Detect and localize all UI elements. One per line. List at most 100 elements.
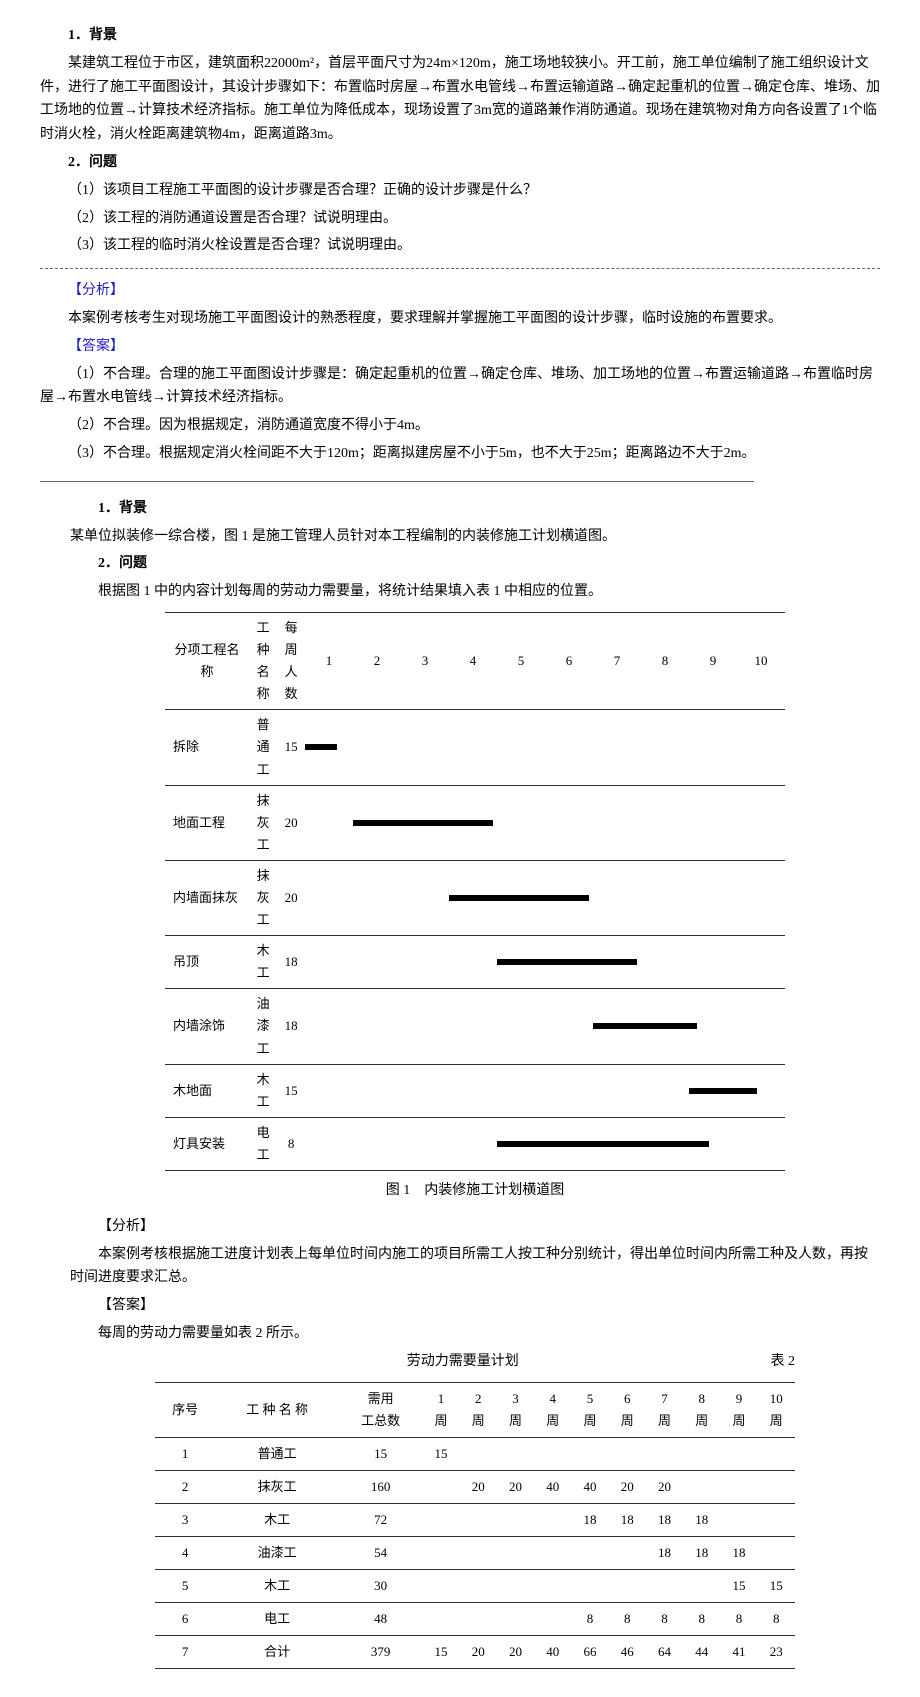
- demand-cell: 8: [758, 1603, 795, 1636]
- demand-header-cell: 工 种 名 称: [215, 1382, 339, 1437]
- task-name: 拆除: [165, 710, 249, 785]
- demand-cell: 18: [720, 1537, 757, 1570]
- gantt-header-cell: 9: [689, 612, 737, 709]
- demand-cell: 普通工: [215, 1437, 339, 1470]
- gantt-cell: [497, 785, 545, 860]
- gantt-header-cell: 每周人数: [277, 612, 305, 709]
- gantt-cell: [593, 1064, 641, 1117]
- demand-table: 序号工 种 名 称需用工总数1周2周3周4周5周6周7周8周9周10周 1普通工…: [155, 1382, 795, 1670]
- gantt-header-cell: 5: [497, 612, 545, 709]
- demand-cell: 40: [534, 1636, 571, 1669]
- demand-cell: [720, 1470, 757, 1503]
- case2-answer-intro: 每周的劳动力需要量如表 2 所示。: [70, 1322, 880, 1346]
- demand-header-cell: 7周: [646, 1382, 683, 1437]
- demand-header-cell: 4周: [534, 1382, 571, 1437]
- demand-cell: [497, 1503, 534, 1536]
- demand-cell: [683, 1437, 720, 1470]
- gantt-cell: [593, 989, 641, 1064]
- gantt-bar: [305, 744, 337, 750]
- trade-name: 抹灰工: [249, 860, 277, 935]
- gantt-cell: [737, 860, 785, 935]
- demand-cell: 木工: [215, 1503, 339, 1536]
- trade-name: 木工: [249, 936, 277, 989]
- case1-analysis-body: 本案例考核考生对现场施工平面图设计的熟悉程度，要求理解并掌握施工平面图的设计步骤…: [40, 307, 880, 331]
- weekly-count: 15: [277, 710, 305, 785]
- trade-name: 油漆工: [249, 989, 277, 1064]
- case2-answer-heading: 【答案】: [70, 1294, 880, 1318]
- demand-cell: 抹灰工: [215, 1470, 339, 1503]
- gantt-header-cell: 10: [737, 612, 785, 709]
- gantt-cell: [305, 1064, 353, 1117]
- gantt-cell: [689, 936, 737, 989]
- gantt-cell: [545, 936, 593, 989]
- divider: [40, 481, 754, 482]
- weekly-count: 20: [277, 785, 305, 860]
- demand-cell: 3: [155, 1503, 215, 1536]
- demand-cell: 4: [155, 1537, 215, 1570]
- demand-cell: 2: [155, 1470, 215, 1503]
- demand-header-cell: 9周: [720, 1382, 757, 1437]
- demand-cell: 8: [571, 1603, 608, 1636]
- demand-cell: 18: [683, 1503, 720, 1536]
- demand-cell: [758, 1503, 795, 1536]
- gantt-cell: [353, 785, 401, 860]
- case1-q1: （1）该项目工程施工平面图的设计步骤是否合理？正确的设计步骤是什么？: [40, 179, 880, 203]
- demand-cell: 44: [683, 1636, 720, 1669]
- table2-title: 劳动力需要量计划: [407, 1350, 519, 1374]
- gantt-header-cell: 7: [593, 612, 641, 709]
- gantt-cell: [401, 936, 449, 989]
- gantt-header-cell: 8: [641, 612, 689, 709]
- demand-cell: 合计: [215, 1636, 339, 1669]
- gantt-header-cell: 4: [449, 612, 497, 709]
- figure1-caption: 图 1 内装修施工计划横道图: [70, 1179, 880, 1203]
- gantt-cell: [689, 989, 737, 1064]
- demand-cell: [646, 1437, 683, 1470]
- gantt-cell: [545, 1117, 593, 1170]
- weekly-count: 18: [277, 989, 305, 1064]
- gantt-cell: [305, 785, 353, 860]
- demand-header-cell: 3周: [497, 1382, 534, 1437]
- demand-cell: 20: [460, 1470, 497, 1503]
- demand-cell: 54: [339, 1537, 422, 1570]
- demand-cell: [460, 1503, 497, 1536]
- demand-cell: 30: [339, 1570, 422, 1603]
- gantt-cell: [593, 1117, 641, 1170]
- gantt-cell: [353, 1117, 401, 1170]
- demand-row: 2抹灰工160202040402020: [155, 1470, 795, 1503]
- gantt-cell: [641, 989, 689, 1064]
- gantt-cell: [497, 860, 545, 935]
- demand-cell: [497, 1570, 534, 1603]
- gantt-row: 吊顶木工18: [165, 936, 785, 989]
- demand-cell: [422, 1537, 459, 1570]
- demand-cell: 20: [646, 1470, 683, 1503]
- demand-cell: 23: [758, 1636, 795, 1669]
- demand-cell: [422, 1470, 459, 1503]
- demand-cell: [571, 1570, 608, 1603]
- case1-a1: （1）不合理。合理的施工平面图设计步骤是：确定起重机的位置→确定仓库、堆场、加工…: [40, 363, 880, 411]
- gantt-cell: [497, 936, 545, 989]
- demand-header-cell: 序号: [155, 1382, 215, 1437]
- gantt-header-cell: 分项工程名 称: [165, 612, 249, 709]
- demand-cell: 15: [422, 1437, 459, 1470]
- demand-cell: 20: [497, 1470, 534, 1503]
- task-name: 灯具安装: [165, 1117, 249, 1170]
- demand-cell: 20: [497, 1636, 534, 1669]
- gantt-cell: [641, 710, 689, 785]
- demand-cell: [534, 1503, 571, 1536]
- demand-cell: [758, 1470, 795, 1503]
- demand-cell: 油漆工: [215, 1537, 339, 1570]
- gantt-cell: [497, 989, 545, 1064]
- demand-cell: [758, 1437, 795, 1470]
- demand-cell: 8: [646, 1603, 683, 1636]
- gantt-cell: [641, 860, 689, 935]
- gantt-cell: [593, 860, 641, 935]
- gantt-cell: [401, 1117, 449, 1170]
- demand-row: 5木工301515: [155, 1570, 795, 1603]
- demand-cell: 6: [155, 1603, 215, 1636]
- demand-cell: 64: [646, 1636, 683, 1669]
- gantt-cell: [737, 1117, 785, 1170]
- demand-cell: 1: [155, 1437, 215, 1470]
- demand-header-cell: 5周: [571, 1382, 608, 1437]
- gantt-cell: [641, 1117, 689, 1170]
- gantt-cell: [737, 1064, 785, 1117]
